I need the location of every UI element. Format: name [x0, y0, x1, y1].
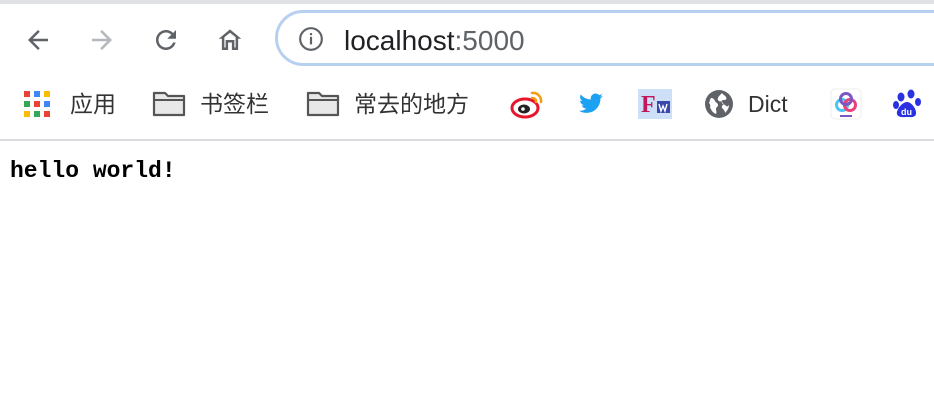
bookmark-dict-label: Dict — [748, 91, 788, 117]
bookmark-apps-label: 应用 — [70, 91, 116, 117]
home-icon — [218, 29, 242, 50]
baidu-paw-icon: du — [893, 89, 921, 118]
address-bar[interactable]: localhost:5000 — [275, 10, 934, 66]
page-content: hello world! — [10, 158, 176, 184]
bookmark-folder-bookmarks-bar[interactable]: 书签栏 — [152, 84, 269, 124]
bookmark-folder-label: 书签栏 — [200, 91, 269, 117]
toolbar-divider — [0, 139, 934, 141]
bookmark-dict[interactable]: Dict — [704, 84, 788, 124]
fw-icon: F — [638, 89, 672, 119]
arrow-right-icon — [92, 30, 112, 50]
page-text: hello world! — [10, 158, 176, 184]
reload-button[interactable] — [146, 20, 186, 60]
bookmark-fw[interactable]: F — [638, 84, 672, 124]
bookmark-folder-frequent[interactable]: 常去的地方 — [306, 84, 469, 124]
bookmark-colorful[interactable] — [830, 84, 862, 124]
reload-icon — [156, 30, 176, 50]
back-button[interactable] — [18, 20, 58, 60]
bookmark-weibo[interactable] — [510, 84, 544, 124]
window-top-strip — [0, 0, 934, 4]
home-button[interactable] — [210, 20, 250, 60]
globe-icon — [705, 90, 733, 118]
arrow-left-icon — [28, 30, 48, 50]
baidu-icon-text: du — [901, 107, 912, 117]
bookmark-apps[interactable]: 应用 — [24, 84, 116, 124]
apps-grid-icon — [24, 91, 50, 117]
url-host: localhost — [344, 25, 455, 56]
twitter-icon — [579, 93, 603, 113]
colorful-rings-icon — [830, 88, 862, 120]
weibo-icon — [510, 91, 543, 119]
bookmark-twitter[interactable] — [576, 84, 606, 124]
bookmark-folder-label: 常去的地方 — [354, 91, 469, 117]
url-text[interactable]: localhost:5000 — [344, 25, 525, 57]
forward-button[interactable] — [82, 20, 122, 60]
info-icon[interactable] — [298, 26, 324, 52]
fw-icon-letter: F — [641, 92, 656, 118]
bookmark-baidu[interactable]: du — [892, 84, 926, 124]
url-port: :5000 — [454, 25, 525, 56]
folder-icon — [152, 91, 186, 117]
folder-icon — [306, 91, 340, 117]
